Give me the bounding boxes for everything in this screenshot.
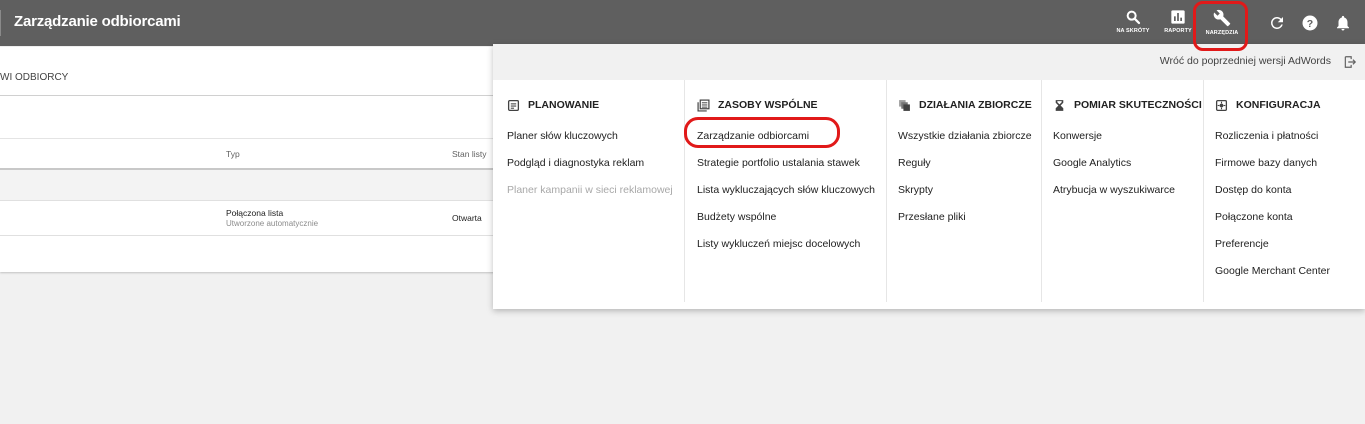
row-type: Połączona lista (226, 208, 284, 218)
menu-item-ad-preview[interactable]: Podgląd i diagnostyka reklam (507, 157, 644, 169)
search-icon (1126, 10, 1141, 25)
audience-list-card: WI ODBIORCY Typ Stan listy Połączona lis… (0, 47, 497, 272)
hourglass-icon (1055, 100, 1064, 111)
menu-item-negative-keyword-lists[interactable]: Lista wykluczających słów kluczowych (697, 184, 875, 196)
shortcuts-button[interactable]: NA SKRÓTY (1115, 9, 1151, 39)
column-header-type[interactable]: Typ (226, 149, 240, 159)
menu-item-merchant-center[interactable]: Google Merchant Center (1215, 265, 1330, 277)
menu-item-placement-exclusions[interactable]: Listy wykluczeń miejsc docelowych (697, 238, 860, 250)
menu-item-preferences[interactable]: Preferencje (1215, 238, 1269, 250)
refresh-button[interactable] (1268, 14, 1286, 32)
back-to-previous-version-link[interactable]: Wróć do poprzedniej wersji AdWords (1160, 55, 1331, 67)
tools-highlight-annotation (1193, 1, 1248, 51)
page-title: Zarządzanie odbiorcami (14, 13, 181, 30)
tools-menu: Wróć do poprzedniej wersji AdWords PLANO… (493, 44, 1365, 309)
section-setup: KONFIGURACJA Rozliczenia i płatności Fir… (1203, 80, 1365, 302)
menu-item-keyword-planner[interactable]: Planer słów kluczowych (507, 130, 618, 142)
section-title: KONFIGURACJA (1236, 99, 1321, 111)
section-title: PLANOWANIE (528, 99, 600, 111)
menu-item-shared-budgets[interactable]: Budżety wspólne (697, 211, 776, 223)
bulk-actions-icon (899, 100, 910, 111)
divider (0, 95, 497, 96)
divider (0, 235, 497, 236)
exit-icon[interactable] (1343, 55, 1357, 69)
top-bar: Zarządzanie odbiorcami NA SKRÓTY RAPORTY… (0, 0, 1365, 46)
settings-icon (1215, 99, 1228, 112)
notifications-button[interactable] (1334, 14, 1352, 32)
svg-text:?: ? (1307, 18, 1313, 30)
menu-item-google-analytics[interactable]: Google Analytics (1053, 157, 1131, 169)
divider (0, 138, 497, 139)
menu-item-all-bulk-actions[interactable]: Wszystkie działania zbiorcze (898, 130, 1032, 142)
help-button[interactable]: ? (1301, 14, 1319, 32)
refresh-icon (1270, 16, 1283, 29)
breadcrumb[interactable]: WI ODBIORCY (0, 72, 68, 83)
help-icon: ? (1302, 15, 1318, 31)
section-measurement: POMIAR SKUTECZNOŚCI Konwersje Google Ana… (1041, 80, 1203, 302)
menu-item-business-data[interactable]: Firmowe bazy danych (1215, 157, 1317, 169)
reports-icon (1171, 10, 1185, 24)
menu-item-display-planner: Planer kampanii w sieci reklamowej (507, 184, 673, 196)
section-title: DZIAŁANIA ZBIORCZE (919, 99, 1032, 111)
menu-item-scripts[interactable]: Skrypty (898, 184, 933, 196)
menu-item-uploads[interactable]: Przesłane pliki (898, 211, 966, 223)
menu-item-conversions[interactable]: Konwersje (1053, 130, 1102, 142)
menu-item-linked-accounts[interactable]: Połączone konta (1215, 211, 1293, 223)
section-title: POMIAR SKUTECZNOŚCI (1074, 99, 1202, 111)
audience-manager-highlight-annotation (684, 117, 840, 148)
section-bulk-actions: DZIAŁANIA ZBIORCZE Wszystkie działania z… (886, 80, 1041, 302)
summary-row (0, 170, 497, 200)
menu-item-billing[interactable]: Rozliczenia i płatności (1215, 130, 1318, 142)
menu-item-rules[interactable]: Reguły (898, 157, 931, 169)
reports-label: RAPORTY (1164, 28, 1192, 34)
menu-item-search-attribution[interactable]: Atrybucja w wyszukiwarce (1053, 184, 1175, 196)
section-title: ZASOBY WSPÓLNE (718, 99, 818, 111)
planning-icon (507, 99, 520, 112)
row-status: Otwarta (452, 213, 482, 223)
header-divider (0, 10, 1, 36)
bell-icon (1337, 15, 1349, 31)
row-subtype: Utworzone automatycznie (226, 219, 319, 228)
divider (0, 200, 497, 201)
menu-item-portfolio-strategies[interactable]: Strategie portfolio ustalania stawek (697, 157, 860, 169)
menu-item-account-access[interactable]: Dostęp do konta (1215, 184, 1291, 196)
reports-button[interactable]: RAPORTY (1160, 9, 1196, 39)
section-shared-library: ZASOBY WSPÓLNE Zarządzanie odbiorcami St… (684, 80, 886, 302)
column-header-status[interactable]: Stan listy (452, 149, 487, 159)
shortcuts-label: NA SKRÓTY (1116, 28, 1150, 34)
section-planning: PLANOWANIE Planer słów kluczowych Podglą… (493, 80, 684, 302)
shared-library-icon (697, 99, 710, 112)
